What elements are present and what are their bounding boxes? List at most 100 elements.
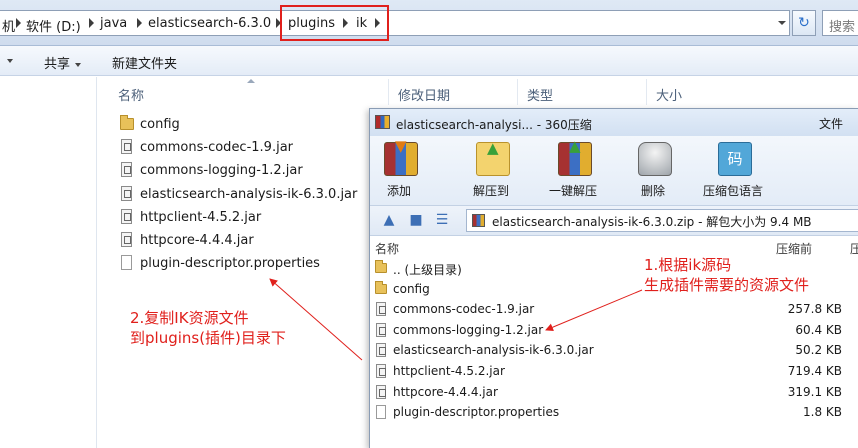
table-row[interactable]: elasticsearch-analysis-ik-6.3.0.jar 50.2 … [370, 341, 858, 362]
file-name: config [140, 117, 180, 132]
annotation-build-from-source: 1.根据ik源码 生成插件需要的资源文件 [644, 255, 809, 295]
refresh-button[interactable]: ↻ [792, 10, 816, 36]
column-header-type[interactable]: 类型 [527, 85, 553, 104]
breadcrumb[interactable]: 机 软件 (D:) java elasticsearch-6.3.0 plugi… [0, 10, 790, 36]
zip-item-name: .. (上级目录) [393, 263, 462, 277]
table-row[interactable]: httpcore-4.4.4.jar 319.1 KB [370, 383, 858, 404]
breadcrumb-elasticsearch[interactable]: elasticsearch-6.3.0 [148, 16, 271, 31]
trash-bin-icon [638, 142, 672, 176]
annotation-copy-to-plugins: 2.复制IK资源文件 到plugins(插件)目录下 [130, 308, 286, 348]
folder-icon [375, 280, 387, 294]
jar-file-icon [376, 343, 386, 358]
column-divider[interactable] [388, 79, 389, 105]
file-name: httpclient-4.5.2.jar [140, 209, 262, 225]
zip-item-size: 319.1 KB [787, 384, 842, 399]
delete-button[interactable]: 删除 [618, 140, 688, 204]
zip-item-name: commons-codec-1.9.jar [393, 302, 535, 317]
add-button[interactable]: 添加 [364, 137, 434, 204]
folder-icon [120, 115, 134, 130]
language-code-icon: 码 [718, 142, 752, 176]
add-label: 添加 [386, 184, 411, 198]
archive-language-label: 压缩包语言 [702, 184, 763, 198]
organize-menu-button[interactable] [2, 53, 13, 68]
file-list-header: 名称 修改日期 类型 大小 [97, 77, 858, 107]
breadcrumb-separator-icon[interactable] [137, 18, 142, 28]
annotation-line: 1.根据ik源码 [644, 256, 732, 274]
share-menu-button[interactable]: 共享 [44, 53, 82, 72]
column-divider[interactable] [646, 79, 647, 105]
file-icon [376, 405, 386, 420]
table-row[interactable]: commons-codec-1.9.jar 257.8 KB [370, 300, 858, 321]
file-name: commons-codec-1.9.jar [140, 140, 294, 156]
search-placeholder: 搜索 [829, 20, 856, 35]
breadcrumb-separator-icon[interactable] [16, 18, 21, 28]
column-header-name[interactable]: 名称 [118, 85, 144, 104]
file-name: commons-logging-1.2.jar [140, 163, 303, 179]
one-click-extract-icon [558, 137, 592, 176]
jar-file-icon [376, 384, 386, 399]
table-row[interactable]: plugin-descriptor.properties 1.8 KB [370, 403, 858, 424]
archive-language-button[interactable]: 码 压缩包语言 [698, 140, 768, 204]
column-divider[interactable] [517, 79, 518, 105]
zip-title-bar[interactable]: elasticsearch-analysi... - 360压缩 文件 [370, 109, 858, 136]
file-name: plugin-descriptor.properties [140, 256, 320, 272]
address-bar: 机 软件 (D:) java elasticsearch-6.3.0 plugi… [0, 0, 858, 46]
new-folder-button[interactable]: 新建文件夹 [112, 53, 177, 72]
jar-file-icon [121, 231, 132, 247]
zip-item-name: plugin-descriptor.properties [393, 405, 560, 420]
column-header-size[interactable]: 大小 [656, 85, 682, 104]
zip-column-name[interactable]: 名称 [375, 240, 399, 257]
annotation-line: 生成插件需要的资源文件 [644, 276, 810, 294]
table-row[interactable]: httpclient-4.5.2.jar 719.4 KB [370, 362, 858, 383]
table-row[interactable]: commons-logging-1.2.jar 60.4 KB [370, 321, 858, 342]
column-header-modified[interactable]: 修改日期 [398, 85, 450, 104]
zip-item-size: 1.8 KB [803, 405, 842, 420]
zip-item-name: httpclient-4.5.2.jar [393, 363, 505, 378]
breadcrumb-drive-d[interactable]: 软件 (D:) [26, 16, 81, 35]
one-click-extract-button[interactable]: 一键解压 [538, 137, 608, 204]
archive-icon [375, 115, 390, 129]
one-click-extract-label: 一键解压 [548, 184, 597, 198]
zip-item-size: 719.4 KB [787, 363, 842, 378]
zip-item-name: httpcore-4.4.4.jar [393, 384, 498, 399]
navigation-pane[interactable] [0, 77, 97, 448]
chevron-down-icon [7, 58, 13, 63]
add-archive-icon [384, 137, 418, 176]
up-arrow-icon[interactable]: ▲ [381, 212, 397, 228]
sort-ascending-icon [247, 79, 255, 83]
jar-file-icon [376, 302, 386, 317]
extract-folder-icon [476, 139, 510, 176]
breadcrumb-java[interactable]: java [100, 16, 127, 31]
zip-item-name: commons-logging-1.2.jar [393, 322, 544, 337]
annotation-line: 到plugins(插件)目录下 [130, 329, 286, 347]
jar-file-icon [376, 322, 386, 337]
address-history-dropdown-icon[interactable] [775, 11, 789, 35]
zip-navigation-bar: ▲ ■ ☰ elasticsearch-analysis-ik-6.3.0.zi… [370, 206, 858, 236]
folder-icon [375, 260, 387, 273]
list-view-icon[interactable]: ☰ [434, 212, 450, 228]
breadcrumb-computer[interactable]: 机 [2, 16, 15, 35]
zip-path-field[interactable]: elasticsearch-analysis-ik-6.3.0.zip - 解包… [466, 209, 858, 232]
jar-file-icon [376, 363, 386, 378]
search-input[interactable]: 搜索 [822, 10, 858, 36]
zip-column-ratio[interactable]: 压 [850, 240, 858, 257]
jar-file-icon [121, 162, 132, 178]
thumbnail-view-icon[interactable]: ■ [408, 212, 424, 228]
file-menu[interactable]: 文件 [819, 115, 843, 132]
file-name: elasticsearch-analysis-ik-6.3.0.jar [140, 186, 358, 202]
command-bar: 共享 新建文件夹 [0, 46, 858, 76]
extract-to-label: 解压到 [472, 184, 509, 198]
extract-to-button[interactable]: 解压到 [456, 139, 526, 204]
zip-item-size: 60.4 KB [795, 322, 842, 337]
zip-item-size: 257.8 KB [787, 302, 842, 317]
breadcrumb-separator-icon[interactable] [89, 18, 94, 28]
archive-icon [472, 214, 485, 227]
chevron-down-icon [75, 62, 82, 67]
jar-file-icon [121, 185, 132, 201]
plugins-ik-highlight-box [280, 5, 389, 41]
zip-item-name: config [393, 281, 430, 296]
zip-item-name: elasticsearch-analysis-ik-6.3.0.jar [393, 343, 594, 358]
file-name: httpcore-4.4.4.jar [140, 232, 254, 248]
annotation-line: 2.复制IK资源文件 [130, 309, 249, 327]
jar-file-icon [121, 139, 132, 155]
